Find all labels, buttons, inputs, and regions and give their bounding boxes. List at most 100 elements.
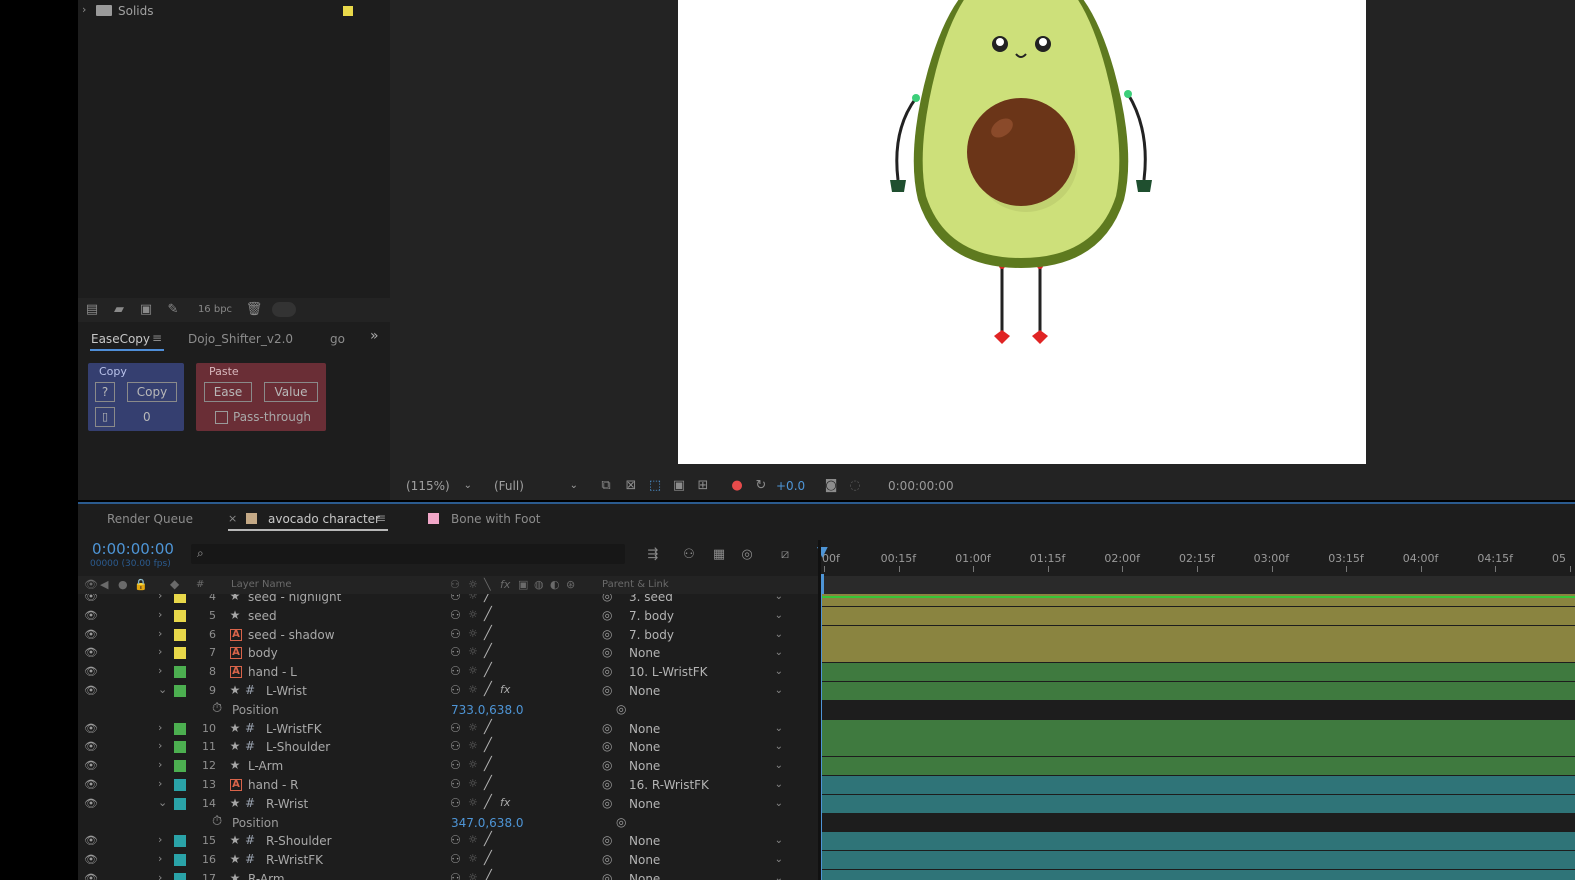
- tab-bone-with-foot[interactable]: Bone with Foot: [451, 512, 541, 526]
- layer-row[interactable]: 👁 › 4 ★ seed - highlight ⚇ ☼ ╱ ◎ 3. seed ⌄: [78, 594, 818, 607]
- shy-switch-icon[interactable]: ⚇: [450, 608, 461, 622]
- layer-name[interactable]: R-Wrist: [266, 797, 308, 811]
- label-color-swatch[interactable]: [174, 779, 186, 791]
- adjust-icon[interactable]: ✎: [163, 301, 183, 319]
- layer-row[interactable]: 👁 › 7 Abody ⚇ ☼ ╱ ◎ None ⌄: [78, 644, 818, 663]
- shy-switch-icon[interactable]: ⚇: [450, 739, 461, 753]
- shy-switch-icon[interactable]: ⚇: [450, 627, 461, 641]
- label-color-swatch[interactable]: [174, 760, 186, 773]
- label-color-swatch[interactable]: [174, 741, 186, 754]
- paste-value-button[interactable]: Value: [264, 382, 318, 402]
- pick-whip-icon[interactable]: ◎: [602, 739, 612, 753]
- pick-whip-icon[interactable]: ◎: [602, 758, 612, 772]
- eye-icon[interactable]: 👁: [84, 853, 98, 866]
- fast-previews-icon[interactable]: ⧉: [597, 477, 615, 495]
- layer-row[interactable]: 👁 › 12 ★ L-Arm ⚇ ☼ ╱ ◎ None ⌄: [78, 757, 818, 776]
- guides-icon[interactable]: ⊞: [694, 477, 712, 495]
- parent-dropdown[interactable]: None ⌄: [625, 851, 787, 869]
- parent-dropdown[interactable]: 7. body ⌄: [625, 626, 787, 644]
- layer-duration-bar[interactable]: [821, 832, 1575, 851]
- pick-whip-icon[interactable]: ◎: [602, 721, 612, 735]
- layer-name[interactable]: seed - shadow: [248, 628, 335, 642]
- layer-duration-bar[interactable]: [821, 870, 1575, 880]
- eye-icon[interactable]: 👁: [84, 665, 98, 678]
- parent-dropdown[interactable]: 3. seed ⌄: [625, 594, 787, 606]
- label-color-swatch[interactable]: [174, 647, 186, 660]
- shy-switch-icon[interactable]: ⚇: [450, 664, 461, 678]
- shy-switch-icon[interactable]: ⚇: [450, 721, 461, 735]
- property-value[interactable]: 347.0,638.0: [451, 816, 524, 830]
- eye-icon[interactable]: 👁: [84, 684, 98, 697]
- pick-whip-icon[interactable]: ◎: [602, 833, 612, 847]
- eye-icon[interactable]: 👁: [84, 834, 98, 847]
- panel-menu-icon[interactable]: ≡: [376, 511, 386, 525]
- viewer-timecode[interactable]: 0:00:00:00: [888, 479, 954, 493]
- collapse-switch-icon[interactable]: ☼: [468, 833, 478, 846]
- collapse-switch-icon[interactable]: ☼: [468, 645, 478, 658]
- layer-row[interactable]: 👁 › 16 ★ # R-WristFK ⚇ ☼ ╱ ◎ None ⌄: [78, 851, 818, 870]
- eye-icon[interactable]: 👁: [84, 740, 98, 753]
- collapse-switch-icon[interactable]: ☼: [468, 683, 478, 696]
- layer-duration-bar[interactable]: [821, 625, 1575, 644]
- parent-dropdown[interactable]: 7. body ⌄: [625, 607, 787, 625]
- layer-duration-bar[interactable]: [821, 851, 1575, 870]
- label-color-swatch[interactable]: [174, 628, 186, 641]
- pick-whip-icon[interactable]: ◎: [602, 664, 612, 678]
- quality-switch-icon[interactable]: ╱: [484, 738, 492, 753]
- chevron-right-icon[interactable]: ›: [158, 777, 162, 790]
- region-of-interest-icon[interactable]: ▣: [670, 477, 688, 495]
- column-layer-name[interactable]: Layer Name: [231, 579, 292, 590]
- pick-whip-icon[interactable]: ◎: [602, 796, 612, 810]
- label-color-swatch[interactable]: [343, 6, 353, 16]
- chevron-down-icon[interactable]: ⌄: [158, 796, 167, 809]
- flowchart-toggle[interactable]: [272, 302, 296, 317]
- quality-switch-icon[interactable]: ╱: [484, 832, 492, 847]
- layer-duration-bar[interactable]: [821, 719, 1575, 738]
- layer-name[interactable]: R-WristFK: [266, 853, 323, 867]
- motion-blur-icon[interactable]: ◎: [738, 546, 756, 564]
- layer-name[interactable]: R-Arm: [248, 872, 285, 880]
- quality-switch-icon[interactable]: ╱: [484, 720, 492, 735]
- layer-duration-bar[interactable]: [821, 606, 1575, 625]
- shy-switch-icon[interactable]: ⚇: [450, 594, 461, 603]
- quality-switch-icon[interactable]: ╱: [484, 663, 492, 678]
- show-snapshot-icon[interactable]: ◌: [846, 477, 864, 495]
- collapse-switch-icon[interactable]: ☼: [468, 852, 478, 865]
- stopwatch-icon[interactable]: ⏱: [212, 814, 222, 829]
- bit-depth-button[interactable]: 16 bpc: [192, 301, 238, 319]
- trash-icon[interactable]: 🗑: [244, 301, 264, 319]
- chevron-right-icon[interactable]: ›: [158, 645, 162, 658]
- stopwatch-icon[interactable]: ⏱: [212, 701, 222, 716]
- parent-dropdown[interactable]: None ⌄: [625, 832, 787, 850]
- chevron-right-icon[interactable]: ›: [158, 739, 162, 752]
- label-color-swatch[interactable]: [174, 594, 186, 603]
- pick-whip-icon[interactable]: ◎: [602, 683, 612, 697]
- collapse-switch-icon[interactable]: ☼: [468, 721, 478, 734]
- layer-row[interactable]: 👁 › 6 Aseed - shadow ⚇ ☼ ╱ ◎ 7. body ⌄: [78, 626, 818, 645]
- parent-dropdown[interactable]: None ⌄: [625, 795, 787, 813]
- label-color-swatch[interactable]: [174, 873, 186, 880]
- shy-switch-icon[interactable]: ⚇: [450, 758, 461, 772]
- time-ruler[interactable]: 00f 00:15f 01:00f 01:15f 02:00f 02:15f 03:00f 0…: [818, 540, 1575, 576]
- layer-row[interactable]: 👁 › 13 Ahand - R ⚇ ☼ ╱ ◎ 16. R-WristFK ⌄: [78, 776, 818, 795]
- label-color-swatch[interactable]: [174, 722, 186, 735]
- 3d-switch-icon[interactable]: ⊛: [566, 578, 575, 591]
- collapse-switch-icon[interactable]: ☼: [468, 758, 478, 771]
- audio-icon[interactable]: ◀: [100, 578, 108, 591]
- new-composition-icon[interactable]: ▣: [136, 301, 156, 319]
- collapse-switch-icon[interactable]: ☼: [468, 594, 478, 602]
- layer-row[interactable]: 👁 › 5 ★ seed ⚇ ☼ ╱ ◎ 7. body ⌄: [78, 607, 818, 626]
- pick-whip-icon[interactable]: ◎: [602, 608, 612, 622]
- expression-pick-whip-icon[interactable]: ◎: [616, 702, 626, 716]
- tab-easecopy[interactable]: EaseCopy: [91, 332, 150, 346]
- shy-switch-icon[interactable]: ⚇: [450, 833, 461, 847]
- expression-pick-whip-icon[interactable]: ◎: [616, 815, 626, 829]
- chevron-down-icon[interactable]: ⌄: [158, 683, 167, 696]
- channels-icon[interactable]: ●: [728, 477, 746, 495]
- zoom-dropdown[interactable]: (115%) ⌄: [400, 476, 476, 496]
- eye-icon[interactable]: 👁: [84, 722, 98, 735]
- quality-switch-icon[interactable]: ╲: [484, 578, 491, 591]
- layer-name[interactable]: seed - highlight: [248, 594, 341, 604]
- motion-blur-switch-icon[interactable]: ◍: [534, 578, 544, 591]
- chevron-right-icon[interactable]: ›: [158, 833, 162, 846]
